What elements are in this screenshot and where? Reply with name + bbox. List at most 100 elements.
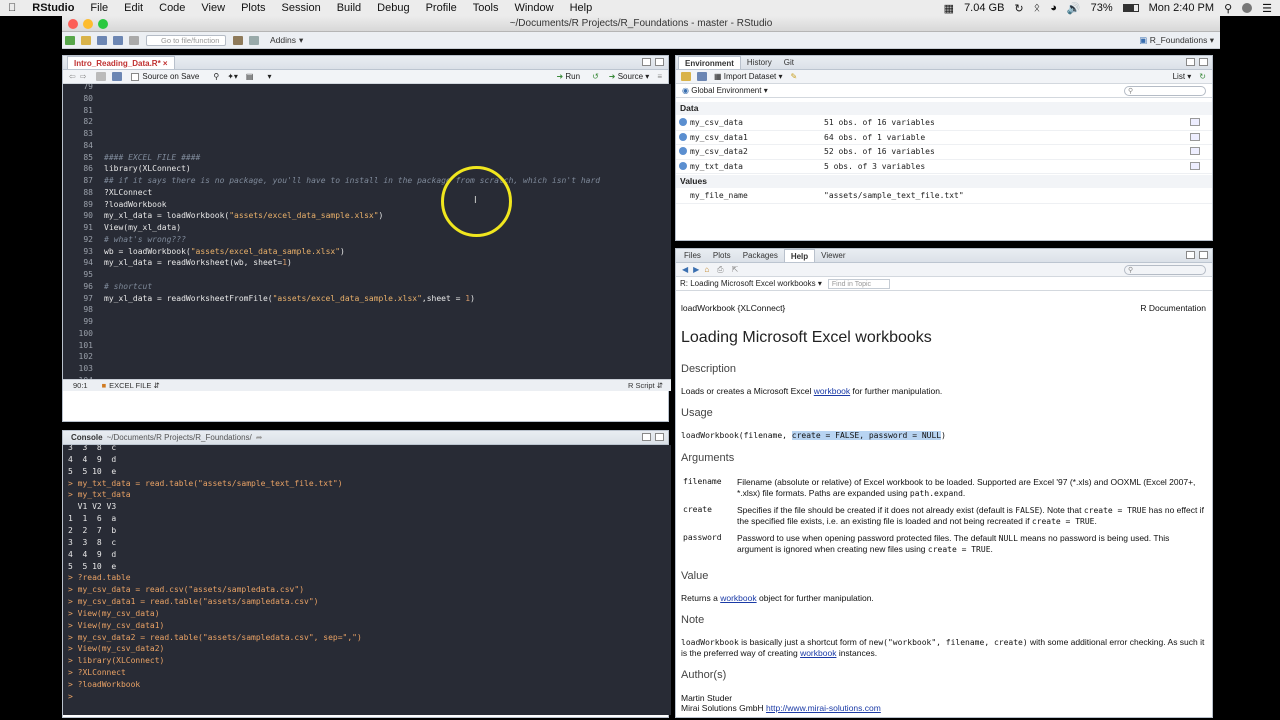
menu-profile[interactable]: Profile xyxy=(418,2,465,14)
menu-help[interactable]: Help xyxy=(562,2,601,14)
env-search-input[interactable]: ⚲ xyxy=(1124,85,1206,96)
env-data-row[interactable]: my_csv_data2 52 obs. of 16 variables xyxy=(676,145,1212,160)
compile-report-icon[interactable]: ▤ xyxy=(246,72,254,81)
load-workspace-icon[interactable] xyxy=(681,72,691,81)
tab-viewer[interactable]: Viewer xyxy=(815,249,851,262)
workbook-link[interactable]: workbook xyxy=(800,648,836,658)
code-line[interactable]: 82 xyxy=(63,117,671,129)
menu-file[interactable]: File xyxy=(82,2,116,14)
workbook-link[interactable]: workbook xyxy=(720,593,756,603)
import-dataset-button[interactable]: ▦ Import Dataset ▾ xyxy=(714,72,783,81)
wand-icon[interactable]: ✦▾ xyxy=(227,72,238,81)
code-line[interactable]: 94 my_xl_data = readWorksheet(wb, sheet=1… xyxy=(63,258,671,270)
menu-edit[interactable]: Edit xyxy=(116,2,151,14)
memory-icon[interactable]: ▦ xyxy=(944,2,954,15)
code-line[interactable]: 98 xyxy=(63,305,671,317)
spotlight-icon[interactable]: ⚲ xyxy=(1224,2,1232,15)
tab-environment[interactable]: Environment xyxy=(678,56,741,69)
code-line[interactable]: 99 xyxy=(63,317,671,329)
addins-menu[interactable]: Addins xyxy=(270,35,296,45)
clock[interactable]: Mon 2:40 PM xyxy=(1149,2,1214,14)
vcs-icon[interactable] xyxy=(233,35,243,45)
print-icon[interactable] xyxy=(129,35,139,45)
tab-files[interactable]: Files xyxy=(678,249,707,262)
back-arrow-icon[interactable]: ⇦ xyxy=(69,72,76,81)
menu-tools[interactable]: Tools xyxy=(465,2,507,14)
find-in-topic-input[interactable]: Find in Topic xyxy=(827,278,890,289)
code-line[interactable]: 93 wb = loadWorkbook("assets/excel_data_s… xyxy=(63,247,671,259)
workspace-panes-icon[interactable] xyxy=(249,35,259,45)
list-view-selector[interactable]: List ▾ xyxy=(1173,72,1192,81)
tab-history[interactable]: History xyxy=(741,56,778,69)
goto-file-input[interactable]: Go to file/function xyxy=(146,34,226,46)
new-file-icon[interactable] xyxy=(65,35,75,45)
tab-plots[interactable]: Plots xyxy=(707,249,737,262)
source-button[interactable]: ➜ Source ▾ xyxy=(609,72,650,81)
search-icon[interactable]: ⚲ xyxy=(213,72,219,81)
addins-chevron-down-icon[interactable]: ▾ xyxy=(299,35,303,46)
code-line[interactable]: 95 xyxy=(63,270,671,282)
menu-code[interactable]: Code xyxy=(151,2,193,14)
go-to-dir-icon[interactable]: ➦ xyxy=(256,433,263,442)
menu-session[interactable]: Session xyxy=(274,2,329,14)
code-editor[interactable]: 79 80 81 82 83 84 85 #### EXCEL FILE #### 86 libr… xyxy=(63,84,671,379)
open-project-icon[interactable] xyxy=(81,35,91,45)
help-home-icon[interactable]: ⌂ xyxy=(704,265,709,274)
code-line[interactable]: 102 xyxy=(63,352,671,364)
help-forward-icon[interactable]: ▶ xyxy=(693,265,699,274)
forward-arrow-icon[interactable]: ⇨ xyxy=(80,72,87,81)
code-line[interactable]: 100 xyxy=(63,329,671,341)
mirai-link[interactable]: http://www.mirai-solutions.com xyxy=(766,703,881,713)
help-minimize-icon[interactable] xyxy=(1186,251,1195,259)
outline-icon[interactable]: ≡ xyxy=(657,72,662,81)
code-line[interactable]: 79 xyxy=(63,84,671,94)
save-workspace-icon[interactable] xyxy=(697,72,707,81)
console-maximize-icon[interactable] xyxy=(655,433,664,441)
battery-percent[interactable]: 73% xyxy=(1091,2,1113,14)
env-maximize-icon[interactable] xyxy=(1199,58,1208,66)
more-menu-icon[interactable]: ▾ xyxy=(267,72,271,81)
menu-view[interactable]: View xyxy=(193,2,233,14)
save-icon[interactable] xyxy=(97,35,107,45)
refresh-icon[interactable]: ↻ xyxy=(1199,72,1206,81)
expand-icon[interactable] xyxy=(679,161,687,170)
env-value-row[interactable]: my_file_name "assets/sample_text_file.txt… xyxy=(676,189,1212,204)
zoom-window-icon[interactable] xyxy=(98,19,108,29)
code-line[interactable]: 97 my_xl_data = readWorksheetFromFile("as… xyxy=(63,294,671,306)
section-selector[interactable]: EXCEL FILE ⇵ xyxy=(109,381,160,390)
minimize-window-icon[interactable] xyxy=(83,19,93,29)
code-line[interactable]: 81 xyxy=(63,106,671,118)
menu-build[interactable]: Build xyxy=(329,2,369,14)
console-output[interactable]: 3 3 8 c 4 4 9 d 5 5 10 e > my_txt_data = re… xyxy=(63,445,671,715)
code-line[interactable]: 96 # shortcut xyxy=(63,282,671,294)
help-topic-selector[interactable]: R: Loading Microsoft Excel workbooks ▾ xyxy=(680,279,822,288)
clear-broom-icon[interactable]: ✎ xyxy=(791,72,798,81)
code-line[interactable]: 87 ## if it says there is no package, you… xyxy=(63,176,671,188)
run-button[interactable]: ➜ Run xyxy=(556,72,580,81)
maximize-pane-icon[interactable] xyxy=(655,58,664,66)
console-tab[interactable]: Console xyxy=(71,433,103,442)
help-maximize-icon[interactable] xyxy=(1199,251,1208,259)
code-line[interactable]: 88 ?XLConnect xyxy=(63,188,671,200)
code-line[interactable]: 84 xyxy=(63,141,671,153)
battery-icon[interactable] xyxy=(1122,4,1139,12)
env-minimize-icon[interactable] xyxy=(1186,58,1195,66)
volume-icon[interactable]: 🔊 xyxy=(1067,2,1081,15)
minimize-pane-icon[interactable] xyxy=(642,58,651,66)
help-print-icon[interactable]: ⎙ xyxy=(717,265,723,275)
memory-readout[interactable]: 7.04 GB xyxy=(964,2,1004,14)
env-data-row[interactable]: my_txt_data 5 obs. of 3 variables xyxy=(676,160,1212,174)
console-minimize-icon[interactable] xyxy=(642,433,651,441)
scope-selector[interactable]: ◉ Global Environment ▾ xyxy=(682,86,768,95)
save-all-icon[interactable] xyxy=(113,35,123,45)
code-line[interactable]: 91 View(my_xl_data) xyxy=(63,223,671,235)
bluetooth-icon[interactable]: ᛟ xyxy=(1034,2,1041,14)
view-table-icon[interactable] xyxy=(1190,132,1200,141)
menu-window[interactable]: Window xyxy=(506,2,561,14)
tab-git[interactable]: Git xyxy=(778,56,800,69)
menu-plots[interactable]: Plots xyxy=(233,2,273,14)
code-line[interactable]: 103 xyxy=(63,364,671,376)
close-window-icon[interactable] xyxy=(68,19,78,29)
rerun-icon[interactable]: ↺ xyxy=(592,72,599,81)
tab-packages[interactable]: Packages xyxy=(737,249,784,262)
